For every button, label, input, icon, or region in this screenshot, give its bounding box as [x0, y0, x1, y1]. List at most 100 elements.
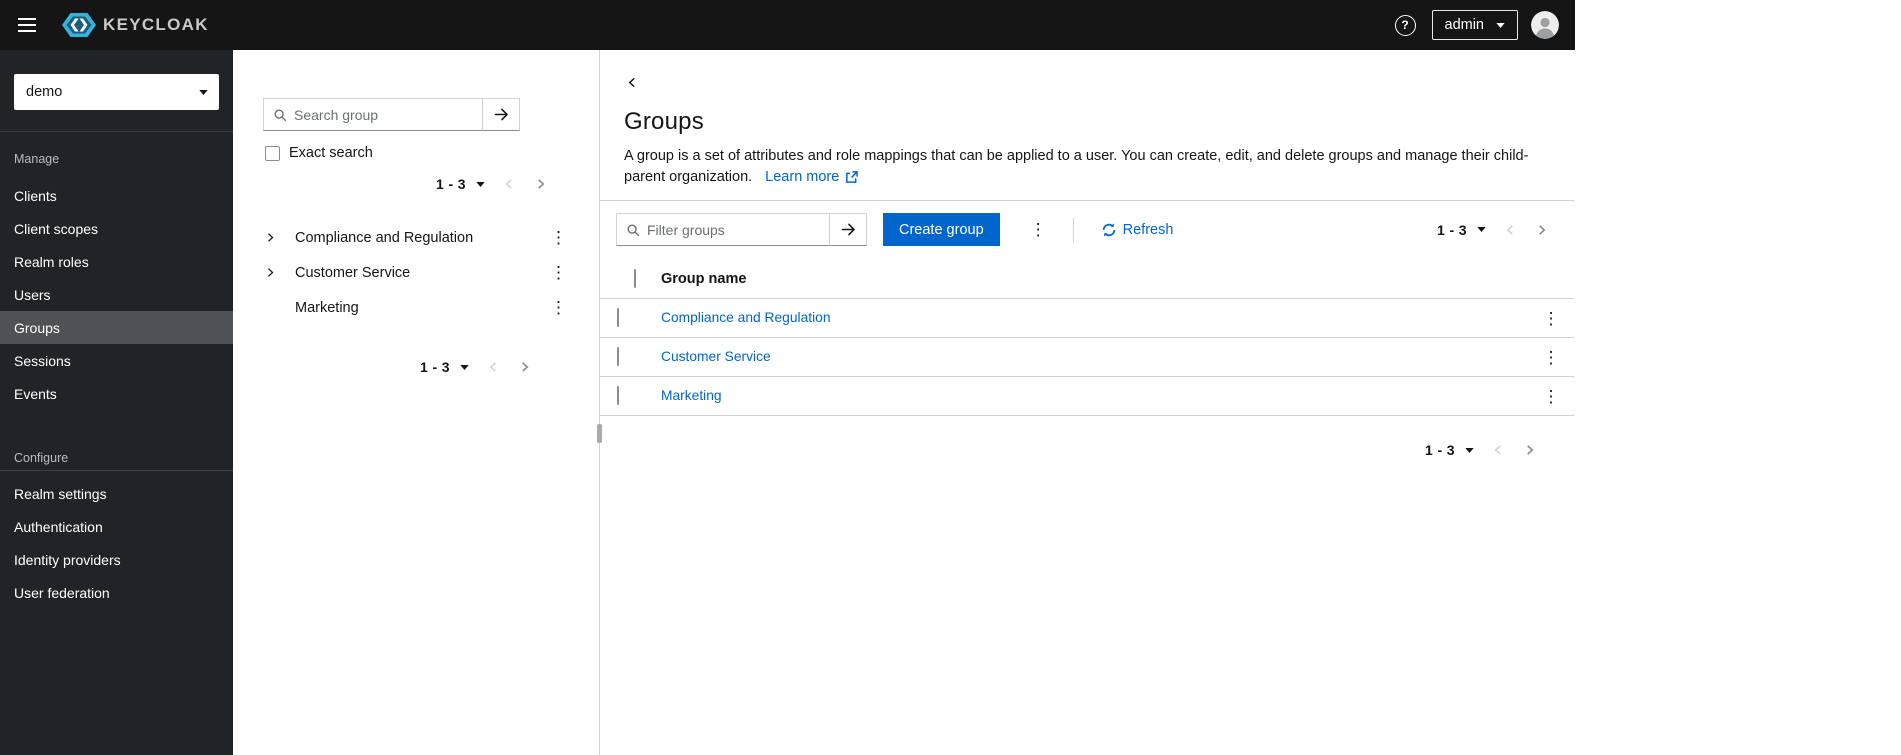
group-name-link[interactable]: Marketing [661, 388, 722, 403]
sidebar-item-groups[interactable]: Groups [0, 311, 233, 344]
row-kebab-menu-button[interactable]: ⋮ [1539, 347, 1564, 368]
help-button[interactable]: ? [1394, 14, 1416, 36]
pagination-menu-toggle[interactable]: 1 - 3 [412, 355, 477, 379]
toolbar-divider [1072, 217, 1074, 242]
pagination-menu-toggle[interactable]: 1 - 3 [1429, 218, 1494, 242]
groups-tree-panel: Exact search 1 - 3 [233, 50, 599, 755]
pagination-prev-button[interactable] [477, 357, 509, 377]
row-kebab-menu-button[interactable]: ⋮ [1539, 386, 1564, 407]
group-name-link[interactable]: Customer Service [661, 349, 771, 364]
groups-tree: Compliance and Regulation ⋮ Customer Ser… [233, 220, 599, 325]
group-search-input[interactable] [264, 106, 482, 123]
sidebar-item-realm-settings[interactable]: Realm settings [0, 477, 233, 510]
pagination-prev-button[interactable] [1482, 440, 1514, 460]
manage-nav-list: Clients Client scopes Realm roles Users … [0, 179, 233, 410]
pagination-next-button[interactable] [509, 357, 541, 377]
panel-resize-handle[interactable] [597, 50, 602, 755]
app-header: KEYCLOAK ? admin [0, 0, 1575, 50]
column-header-group-name: Group name [661, 271, 747, 287]
question-circle-icon: ? [1394, 14, 1416, 36]
sidebar-item-users[interactable]: Users [0, 278, 233, 311]
filter-groups-input[interactable] [617, 221, 829, 238]
nav-section-manage-title: Manage [14, 152, 60, 166]
table-row: Compliance and Regulation ⋮ [600, 299, 1574, 338]
filter-submit-button[interactable] [829, 213, 867, 246]
pagination-menu-toggle[interactable]: 1 - 3 [428, 172, 493, 196]
table-row: Customer Service ⋮ [600, 338, 1574, 377]
pagination-range: 1 - 3 [435, 176, 466, 192]
pagination-prev-button[interactable] [493, 174, 525, 194]
tree-group-label[interactable]: Customer Service [289, 265, 546, 281]
page-title: Groups [624, 108, 704, 135]
row-checkbox[interactable] [617, 386, 619, 405]
group-name-link[interactable]: Compliance and Regulation [661, 310, 831, 325]
tree-row: Compliance and Regulation ⋮ [233, 220, 599, 255]
angle-left-icon [489, 362, 496, 372]
pagination-next-button[interactable] [1526, 220, 1558, 240]
realm-name: demo [26, 84, 63, 100]
kebab-menu-button[interactable]: ⋮ [546, 262, 571, 283]
keycloak-logo[interactable]: KEYCLOAK [62, 13, 209, 37]
create-group-button[interactable]: Create group [883, 213, 1000, 246]
sidebar-item-clients[interactable]: Clients [0, 179, 233, 212]
group-search-submit-button[interactable] [482, 98, 520, 131]
exact-search-label: Exact search [289, 145, 373, 161]
brand-text: KEYCLOAK [103, 15, 209, 34]
caret-down-icon [1477, 227, 1486, 232]
sidebar-item-authentication[interactable]: Authentication [0, 510, 233, 543]
external-link-icon [846, 171, 859, 183]
angle-left-icon [1506, 224, 1513, 235]
exact-search-checkbox[interactable] [265, 145, 280, 161]
sidebar-item-user-federation[interactable]: User federation [0, 576, 233, 609]
sidebar-item-realm-roles[interactable]: Realm roles [0, 245, 233, 278]
learn-more-link[interactable]: Learn more [765, 167, 859, 188]
search-icon [273, 108, 287, 122]
angle-right-icon [522, 362, 529, 372]
pagination-prev-button[interactable] [1494, 220, 1526, 240]
sidebar-item-sessions[interactable]: Sessions [0, 344, 233, 377]
row-checkbox[interactable] [617, 308, 619, 327]
sidebar-item-client-scopes[interactable]: Client scopes [0, 212, 233, 245]
toolbar-kebab-menu-button[interactable]: ⋮ [1026, 219, 1051, 240]
caret-down-icon [1496, 22, 1505, 28]
global-nav-toggle[interactable] [8, 8, 46, 42]
tree-row: Marketing ⋮ [233, 290, 599, 325]
avatar[interactable] [1531, 11, 1559, 39]
page-header: Groups A group is a set of attributes an… [600, 94, 1574, 201]
kebab-menu-button[interactable]: ⋮ [546, 227, 571, 248]
pagination-menu-toggle[interactable]: 1 - 3 [1417, 438, 1482, 462]
resize-grip-icon [597, 424, 602, 443]
hamburger-icon [18, 18, 36, 20]
configure-nav-list: Realm settings Authentication Identity p… [0, 477, 233, 609]
row-checkbox[interactable] [617, 347, 619, 366]
user-menu-dropdown[interactable]: admin [1431, 10, 1518, 40]
caret-down-icon [199, 89, 208, 95]
exact-search-option: Exact search [265, 145, 599, 161]
tree-pagination-top: 1 - 3 [233, 172, 557, 196]
select-all-checkbox[interactable] [634, 269, 636, 288]
expand-toggle-button[interactable] [265, 232, 289, 243]
collapse-tree-button[interactable] [620, 74, 644, 91]
group-search [263, 98, 520, 131]
sidebar-item-identity-providers[interactable]: Identity providers [0, 543, 233, 576]
angle-left-icon [1494, 445, 1501, 455]
caret-down-icon [1465, 447, 1474, 453]
sidebar-item-events[interactable]: Events [0, 377, 233, 410]
tree-group-label[interactable]: Compliance and Regulation [289, 230, 546, 246]
row-kebab-menu-button[interactable]: ⋮ [1539, 308, 1564, 329]
angle-right-icon [1539, 224, 1546, 235]
groups-table: Group name Compliance and Regulation ⋮ C… [600, 260, 1574, 416]
pagination-next-button[interactable] [525, 174, 557, 194]
chevron-right-icon [268, 268, 274, 277]
pagination-range: 1 - 3 [419, 359, 450, 375]
kebab-menu-button[interactable]: ⋮ [546, 297, 571, 318]
tree-group-label[interactable]: Marketing [289, 300, 546, 316]
angle-left-icon [628, 77, 635, 88]
realm-selector[interactable]: demo [14, 74, 219, 110]
refresh-icon [1102, 222, 1115, 237]
refresh-button[interactable]: Refresh [1096, 218, 1180, 242]
pagination-next-button[interactable] [1514, 440, 1546, 460]
table-header-row: Group name [600, 260, 1574, 299]
angle-right-icon [1527, 445, 1534, 455]
expand-toggle-button[interactable] [265, 267, 289, 278]
